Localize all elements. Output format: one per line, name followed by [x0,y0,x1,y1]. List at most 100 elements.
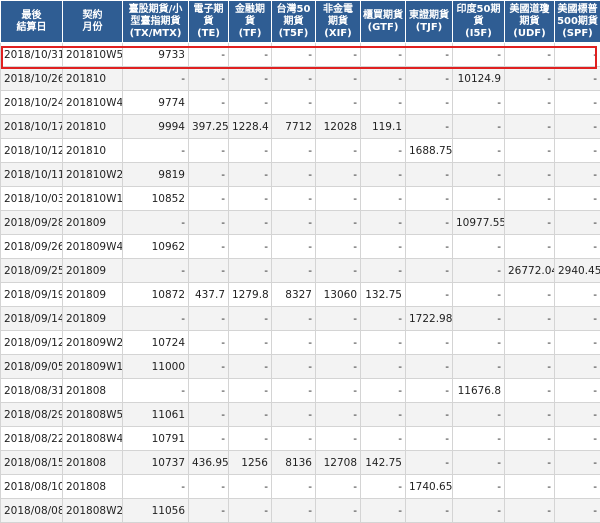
spf-cell: - [555,115,600,139]
tf-cell: - [229,355,272,379]
i5f-cell: - [453,43,505,67]
te-cell: 397.25 [189,115,229,139]
t5f-cell: - [272,499,316,523]
table-row: 2018/09/12201809W210724--------- [1,331,600,355]
tjf-cell: - [406,67,453,91]
spf-cell: - [555,355,600,379]
udf-cell: 26772.04 [505,259,555,283]
tf-cell: - [229,187,272,211]
xif-cell: 12708 [316,451,361,475]
settlement-date-cell: 2018/09/19 [1,283,63,307]
gtf-cell: 132.75 [361,283,406,307]
t5f-cell: - [272,259,316,283]
te-cell: - [189,163,229,187]
tf-cell: - [229,379,272,403]
t5f-cell: - [272,331,316,355]
spf-cell: - [555,427,600,451]
xif-cell: - [316,427,361,451]
spf-cell: - [555,211,600,235]
t5f-cell: - [272,379,316,403]
t5f-cell: 8327 [272,283,316,307]
tx-mtx-cell: 9819 [123,163,189,187]
settlement-date-cell: 2018/10/26 [1,67,63,91]
spf-cell: - [555,283,600,307]
table-row: 2018/08/1520180810737436.951256813612708… [1,451,600,475]
spf-cell: - [555,451,600,475]
tx-mtx-cell: 9733 [123,43,189,67]
xif-cell: - [316,67,361,91]
udf-cell: - [505,379,555,403]
i5f-cell: - [453,259,505,283]
gtf-cell: - [361,43,406,67]
table-row: 2018/10/11201810W29819--------- [1,163,600,187]
t5f-cell: - [272,403,316,427]
settlement-date-cell: 2018/09/25 [1,259,63,283]
i5f-cell: - [453,283,505,307]
udf-cell: - [505,499,555,523]
contract-month-cell: 201809W2 [63,331,123,355]
contract-month-cell: 201808 [63,475,123,499]
contract-month-cell: 201808W5 [63,403,123,427]
xif-cell: - [316,211,361,235]
t5f-cell: 8136 [272,451,316,475]
tjf-cell: - [406,163,453,187]
table-row: 2018/08/31201808-------11676.8-- [1,379,600,403]
spf-cell: 2940.45 [555,259,600,283]
settlement-date-cell: 2018/09/05 [1,355,63,379]
spf-cell: - [555,475,600,499]
contract-month-cell: 201810 [63,67,123,91]
i5f-cell: - [453,91,505,115]
i5f-cell: - [453,451,505,475]
tjf-cell: - [406,235,453,259]
tf-cell: 1279.8 [229,283,272,307]
te-cell: - [189,211,229,235]
te-cell: - [189,67,229,91]
column-header: 最後 結算日 [1,1,63,43]
settlement-date-cell: 2018/09/28 [1,211,63,235]
spf-cell: - [555,67,600,91]
tx-mtx-cell: 11061 [123,403,189,427]
settlement-date-cell: 2018/10/03 [1,187,63,211]
contract-month-cell: 201808 [63,379,123,403]
tx-mtx-cell: 10724 [123,331,189,355]
tjf-cell: - [406,379,453,403]
t5f-cell: - [272,139,316,163]
te-cell: - [189,331,229,355]
tjf-cell: 1722.98 [406,307,453,331]
udf-cell: - [505,211,555,235]
udf-cell: - [505,475,555,499]
tjf-cell: - [406,451,453,475]
gtf-cell: - [361,187,406,211]
xif-cell: - [316,331,361,355]
contract-month-cell: 201809 [63,307,123,331]
tx-mtx-cell: 11056 [123,499,189,523]
te-cell: - [189,139,229,163]
xif-cell: - [316,475,361,499]
gtf-cell: - [361,139,406,163]
xif-cell: - [316,43,361,67]
tx-mtx-cell: 10852 [123,187,189,211]
contract-month-cell: 201810W4 [63,91,123,115]
xif-cell: - [316,379,361,403]
tjf-cell: - [406,355,453,379]
t5f-cell: - [272,91,316,115]
te-cell: - [189,307,229,331]
contract-month-cell: 201809 [63,211,123,235]
tf-cell: - [229,67,272,91]
te-cell: - [189,475,229,499]
table-row: 2018/09/05201809W111000--------- [1,355,600,379]
settlement-table-view: 最後 結算日契約 月份臺股期貨/小 型臺指期貨 (TX/MTX)電子期 貨 (T… [0,0,600,462]
column-header: 金融期 貨 (TF) [229,1,272,43]
i5f-cell: - [453,235,505,259]
i5f-cell: - [453,331,505,355]
udf-cell: - [505,451,555,475]
udf-cell: - [505,139,555,163]
gtf-cell: - [361,163,406,187]
settlement-date-cell: 2018/08/22 [1,427,63,451]
contract-month-cell: 201810W5 [63,43,123,67]
udf-cell: - [505,307,555,331]
tx-mtx-cell: 10872 [123,283,189,307]
spf-cell: - [555,331,600,355]
tf-cell: - [229,403,272,427]
tjf-cell: - [406,499,453,523]
